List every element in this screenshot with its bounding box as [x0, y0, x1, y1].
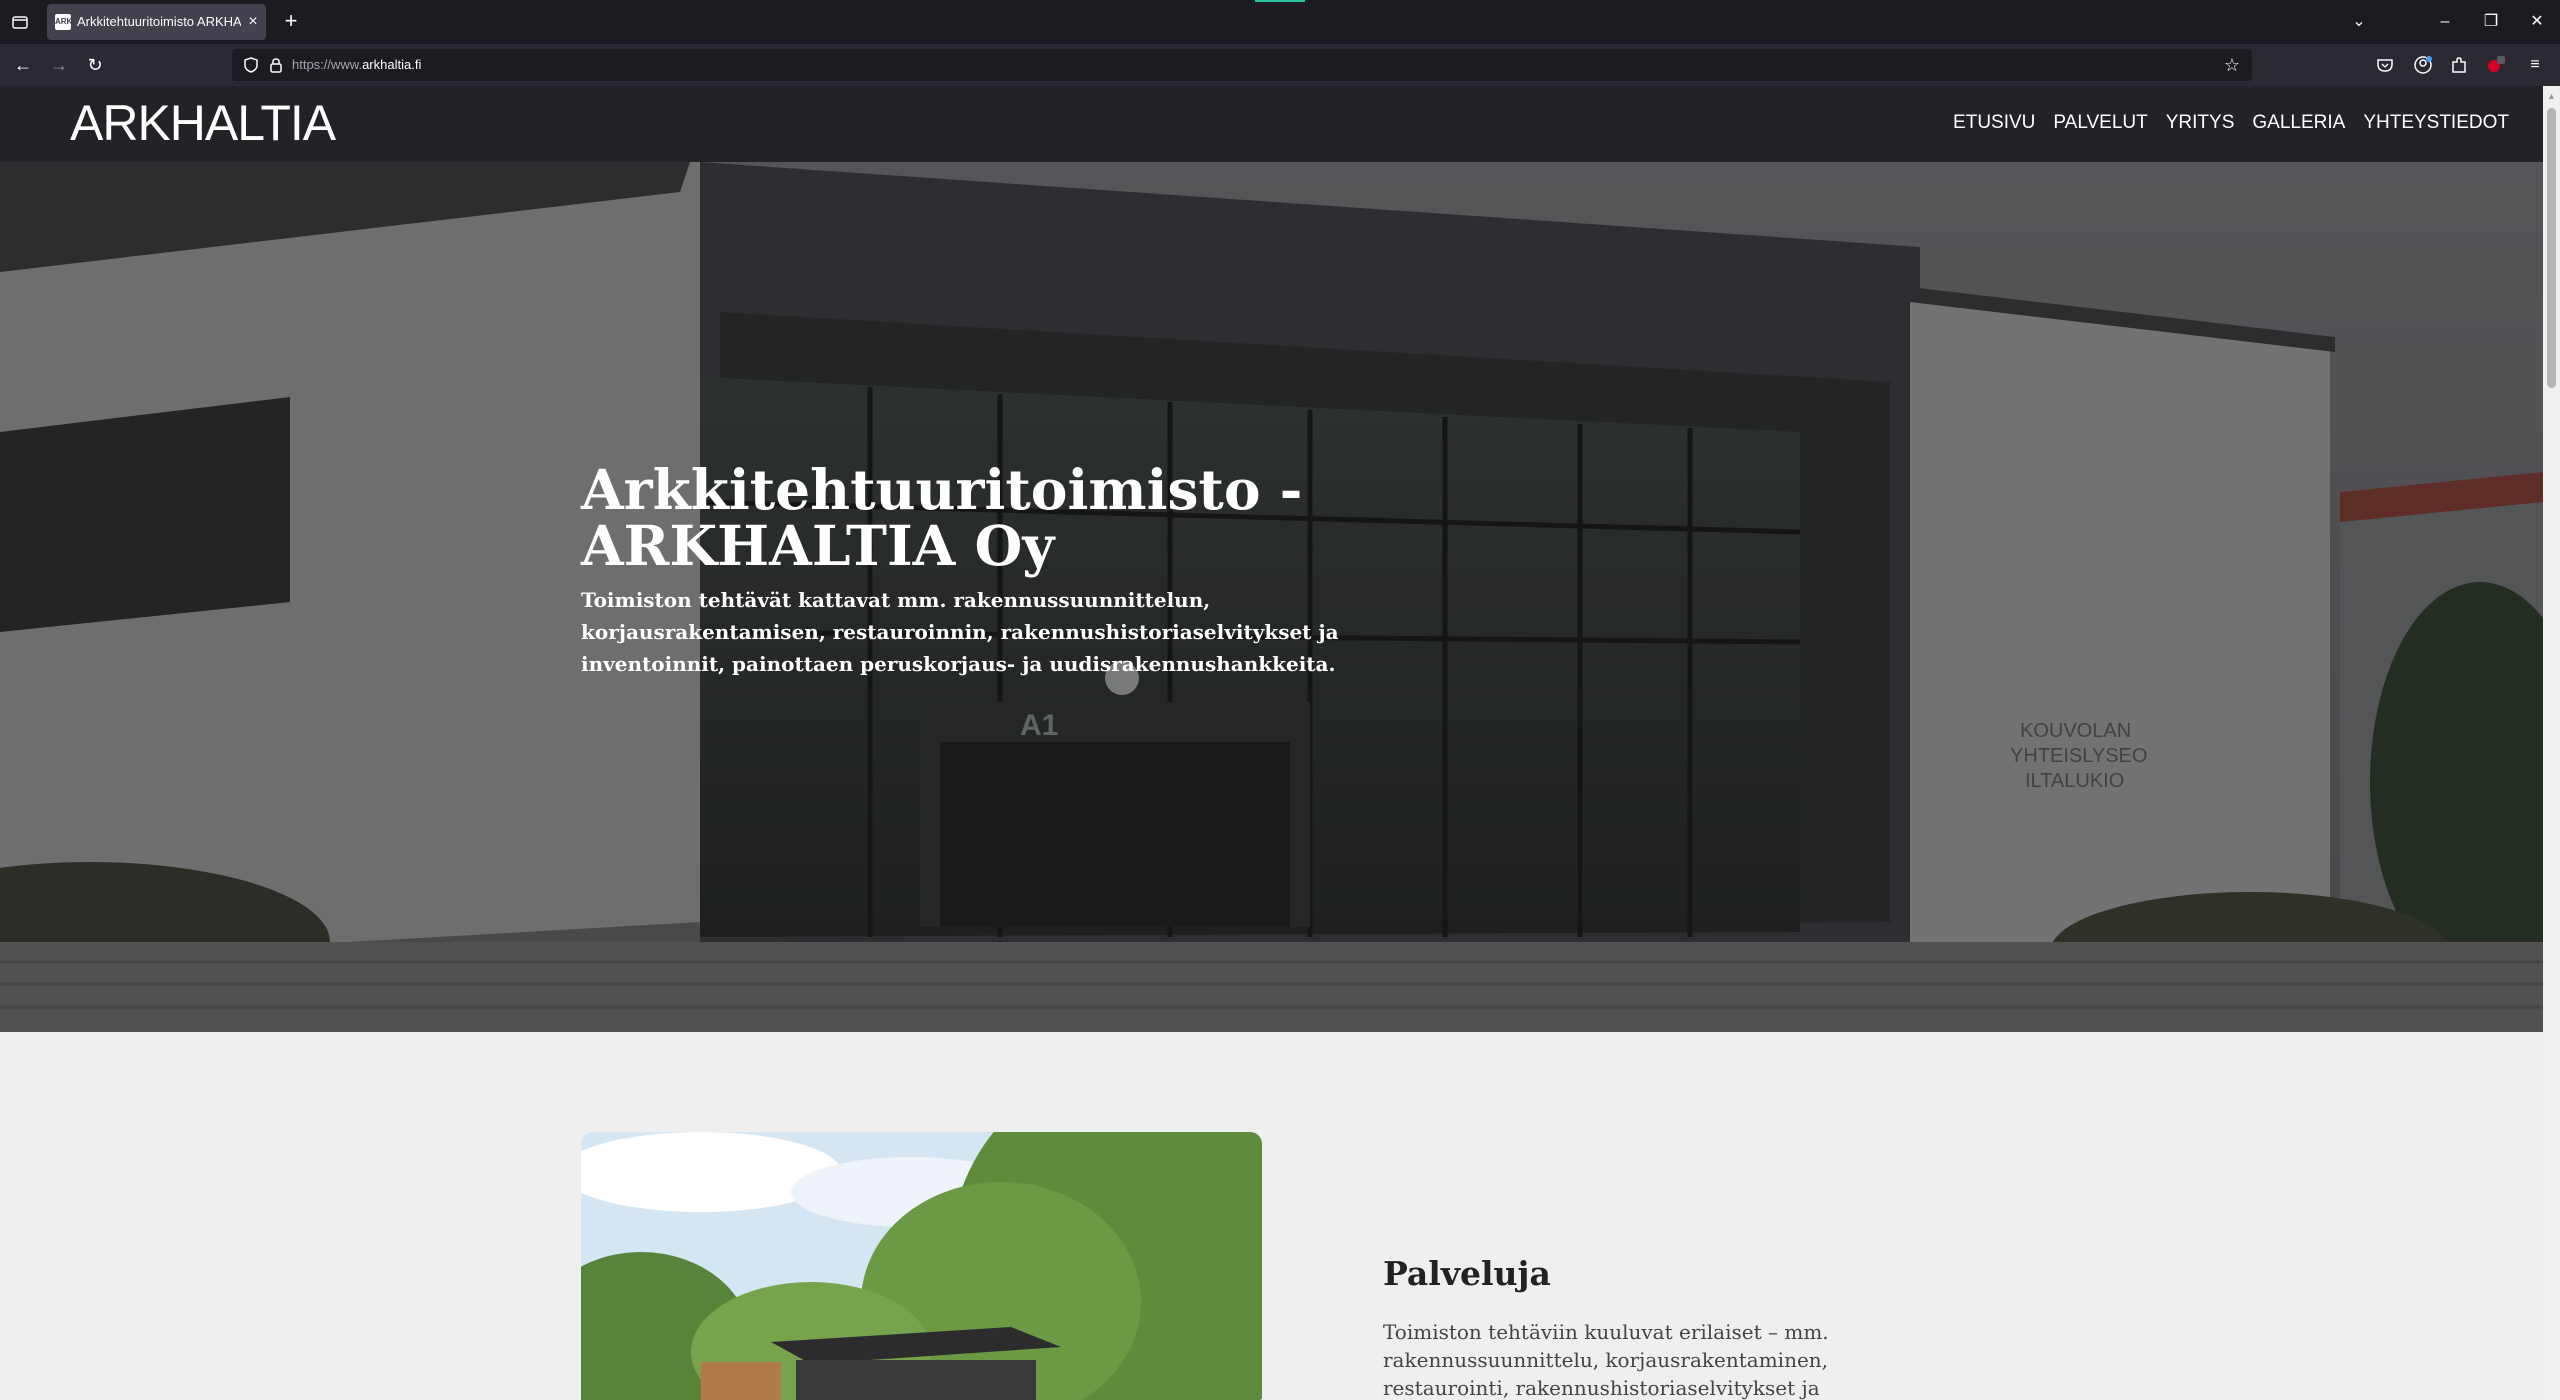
addon-badge-icon[interactable]: [2483, 53, 2507, 77]
menu-hamburger-icon[interactable]: ≡: [2523, 53, 2547, 77]
page-scrollbar[interactable]: ▲: [2543, 86, 2560, 1400]
hero-description: Toimiston tehtävät kattavat mm. rakennus…: [581, 588, 1339, 676]
minimize-window-icon[interactable]: –: [2431, 8, 2459, 36]
site-favicon-icon: ARK: [55, 14, 72, 30]
back-arrow-icon[interactable]: ←: [10, 52, 36, 78]
chevron-down-icon[interactable]: ⌄: [2345, 8, 2373, 36]
nav-link-yritys[interactable]: YRITYS: [2166, 110, 2235, 136]
reload-icon[interactable]: ↻: [82, 52, 108, 78]
url-bar[interactable]: https://www.arkhaltia.fi ☆: [232, 49, 2252, 81]
section-heading: Palveluja: [1383, 1254, 1551, 1293]
url-domain: arkhaltia.fi: [362, 57, 422, 72]
bookmark-star-icon[interactable]: ☆: [2222, 55, 2242, 75]
sharing-indicator: [1255, 0, 1305, 2]
extensions-puzzle-icon[interactable]: [2447, 53, 2471, 77]
url-text[interactable]: https://www.arkhaltia.fi: [292, 56, 421, 74]
services-image: [581, 1132, 1262, 1400]
url-prefix: https://www.: [292, 57, 363, 72]
site-logo[interactable]: ARKHALTIA: [70, 96, 336, 150]
browser-tabbar: ARK Arkkitehtuuritoimisto ARKHALTIA × + …: [0, 0, 2560, 44]
page-viewport: ARKHALTIA ETUSIVU PALVELUT YRITYS GALLER…: [0, 86, 2543, 1400]
hero-section: A1 KOUVOLAN YHTEISLYSEO ILTALUKIO Arkkit…: [0, 162, 2543, 1032]
nav-link-galleria[interactable]: GALLERIA: [2252, 110, 2345, 136]
site-header: ARKHALTIA ETUSIVU PALVELUT YRITYS GALLER…: [0, 86, 2543, 162]
tracking-shield-icon[interactable]: [242, 56, 260, 74]
tab-title: Arkkitehtuuritoimisto ARKHALTIA: [77, 14, 241, 29]
nav-link-palvelut[interactable]: PALVELUT: [2053, 110, 2147, 136]
pavilion-photo: [581, 1132, 1262, 1400]
site-nav: ETUSIVU PALVELUT YRITYS GALLERIA YHTEYST…: [1953, 110, 2509, 136]
tab-list-icon[interactable]: [10, 12, 30, 32]
nav-link-etusivu[interactable]: ETUSIVU: [1953, 110, 2035, 136]
scroll-up-icon[interactable]: ▲: [2546, 90, 2557, 102]
restore-window-icon[interactable]: ❐: [2477, 8, 2505, 36]
browser-tab-active[interactable]: ARK Arkkitehtuuritoimisto ARKHALTIA ×: [47, 4, 266, 40]
hero-title-line2: ARKHALTIA Oy: [581, 513, 1055, 578]
close-window-icon[interactable]: ✕: [2523, 8, 2551, 36]
lock-icon[interactable]: [268, 56, 284, 74]
section-text: Toimiston tehtäviin kuuluvat erilaiset –…: [1383, 1320, 1829, 1400]
forward-arrow-icon[interactable]: →: [46, 52, 72, 78]
new-tab-plus-icon[interactable]: +: [279, 10, 303, 34]
hero-title: Arkkitehtuuritoimisto - ARKHALTIA Oy: [581, 462, 1481, 574]
browser-navbar: ← → ↻ https://www.arkhaltia.fi ☆ ≡: [0, 44, 2560, 86]
account-icon[interactable]: [2411, 53, 2435, 77]
close-tab-icon[interactable]: ×: [243, 12, 263, 32]
nav-link-yhteystiedot[interactable]: YHTEYSTIEDOT: [2363, 110, 2509, 136]
scrollbar-thumb[interactable]: [2547, 108, 2556, 388]
pocket-icon[interactable]: [2373, 53, 2397, 77]
